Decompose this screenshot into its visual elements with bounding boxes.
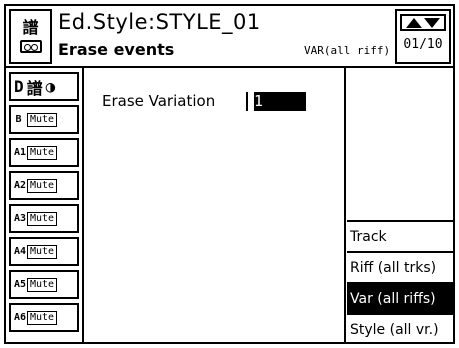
variation-indicator: VAR(all riff) <box>304 44 391 57</box>
menu-item-var[interactable]: Var (all riffs) <box>347 282 453 313</box>
arrow-up-icon <box>406 17 422 28</box>
track-tag: A1 <box>14 146 27 158</box>
menu-item-style[interactable]: Style (all vr.) <box>347 313 453 344</box>
arrow-down-icon <box>424 17 440 28</box>
erase-variation-value: 1 <box>254 92 264 110</box>
mute-button[interactable]: Mute <box>27 277 58 292</box>
page-title: Ed.Style:STYLE_01 <box>58 10 261 34</box>
right-divider <box>344 68 346 342</box>
style-glyph-icon: 譜 <box>26 78 43 98</box>
lcd-screen: 譜 Ed.Style:STYLE_01 Erase events VAR(all… <box>4 4 455 344</box>
cassette-icon <box>19 40 42 53</box>
header-divider <box>6 66 453 68</box>
dial-icon: ◑ <box>45 77 56 96</box>
track-tag: A4 <box>14 245 27 257</box>
menu-item-riff[interactable]: Riff (all trks) <box>347 251 453 282</box>
erase-variation-label: Erase Variation <box>102 92 216 110</box>
track-drum[interactable]: D 譜 ◑ <box>9 72 79 101</box>
mute-button[interactable]: Mute <box>27 310 58 325</box>
left-divider <box>82 68 84 342</box>
track-tag: A2 <box>14 179 27 191</box>
erase-scope-menu: Track Riff (all trks) Var (all riffs) St… <box>347 220 453 344</box>
track-tag: A6 <box>14 311 27 323</box>
track-tag: A5 <box>14 278 27 290</box>
track-tag: A3 <box>14 212 27 224</box>
drum-track-tag: D <box>14 77 24 96</box>
track-a3[interactable]: A3 Mute <box>9 204 79 233</box>
mute-button[interactable]: Mute <box>27 145 58 160</box>
page-up-down-button[interactable] <box>400 14 446 31</box>
track-a5[interactable]: A5 Mute <box>9 270 79 299</box>
track-tag: B <box>15 113 22 125</box>
page-subtitle: Erase events <box>58 40 175 59</box>
erase-variation-field[interactable]: 1 <box>246 92 306 111</box>
mute-button[interactable]: Mute <box>27 211 58 226</box>
style-edit-icon[interactable]: 譜 <box>9 9 52 64</box>
track-a2[interactable]: A2 Mute <box>9 171 79 200</box>
mute-button[interactable]: Mute <box>27 244 58 259</box>
menu-item-track[interactable]: Track <box>347 220 453 251</box>
page-navigator: 01/10 <box>395 9 451 64</box>
page-number: 01/10 <box>403 37 443 52</box>
track-a4[interactable]: A4 Mute <box>9 237 79 266</box>
track-bass[interactable]: B Mute <box>9 105 79 134</box>
track-list: D 譜 ◑ B Mute A1 Mute A2 Mute A3 Mute A4 … <box>9 72 79 336</box>
style-glyph-icon: 譜 <box>22 18 39 37</box>
mute-button[interactable]: Mute <box>27 178 58 193</box>
track-a6[interactable]: A6 Mute <box>9 303 79 332</box>
track-a1[interactable]: A1 Mute <box>9 138 79 167</box>
mute-button[interactable]: Mute <box>27 112 58 127</box>
